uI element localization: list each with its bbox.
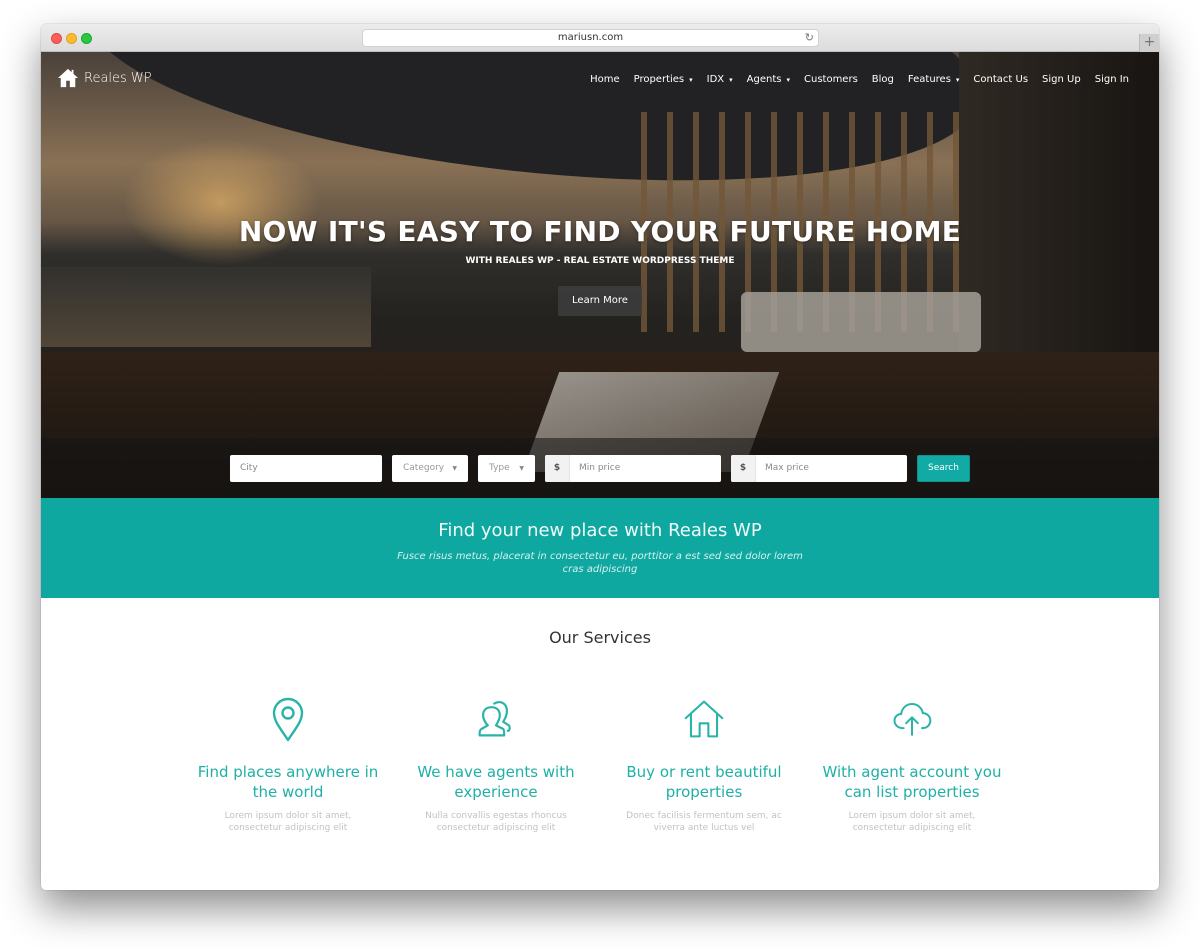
max-price-placeholder: Max price xyxy=(765,463,809,473)
users-icon xyxy=(478,701,511,737)
address-bar[interactable]: mariusn.com ↻ xyxy=(362,29,819,47)
chevron-down-icon: ▾ xyxy=(729,75,733,84)
house-icon xyxy=(684,700,724,738)
nav-item-label: Sign Up xyxy=(1042,74,1081,85)
logo-text: Reales WP xyxy=(84,70,152,86)
nav-item-label: Home xyxy=(590,74,620,85)
category-select[interactable]: Category ▼ xyxy=(392,455,468,482)
service-item: With agent account you can list properti… xyxy=(817,696,1007,834)
nav-item-label: Properties xyxy=(633,74,685,85)
intro-banner: Find your new place with Reales WP Fusce… xyxy=(41,498,1159,598)
nav-menu: Home Properties ▾ IDX ▾ Agents ▾ Customers Blog F… xyxy=(590,74,1129,85)
nav-item-home[interactable]: Home xyxy=(590,74,620,85)
url-text: mariusn.com xyxy=(557,32,624,43)
chevron-down-icon: ▾ xyxy=(955,75,960,84)
nav-item-label: Contact Us xyxy=(973,74,1029,85)
currency-addon: $ xyxy=(545,455,570,482)
min-price-input[interactable]: $ Min price xyxy=(545,455,721,482)
nav-item-idx[interactable]: IDX ▾ xyxy=(707,74,733,85)
nav-item-label: Blog xyxy=(871,74,894,85)
service-text: Lorem ipsum dolor sit amet, consectetur … xyxy=(848,811,976,833)
hero-overlay xyxy=(41,52,1159,498)
services-title: Our Services xyxy=(549,628,651,647)
service-text: Lorem ipsum dolor sit amet, consectetur … xyxy=(224,811,352,833)
caret-down-icon: ▼ xyxy=(519,465,524,472)
service-title: With agent account you can list properti… xyxy=(822,763,1002,801)
caret-down-icon: ▼ xyxy=(452,465,457,472)
minimize-window-button[interactable] xyxy=(66,33,77,44)
nav-item-features[interactable]: Features ▾ xyxy=(908,74,960,85)
service-item: Buy or rent beautiful properties Donec f… xyxy=(609,696,799,834)
type-select[interactable]: Type ▼ xyxy=(478,455,535,482)
nav-item-label: Features xyxy=(907,74,951,85)
nav-item-customers[interactable]: Customers xyxy=(804,74,858,85)
maximize-window-button[interactable] xyxy=(81,33,92,44)
nav-item-sign-in[interactable]: Sign In xyxy=(1095,74,1129,85)
learn-more-button[interactable]: Learn More xyxy=(558,286,642,316)
min-price-placeholder: Min price xyxy=(579,463,621,473)
service-title: Find places anywhere in the world xyxy=(197,763,379,801)
cloud-upload-icon xyxy=(893,702,932,736)
nav-item-label: Customers xyxy=(804,74,858,85)
chevron-down-icon: ▾ xyxy=(786,75,790,84)
home-icon xyxy=(58,68,78,88)
city-input[interactable]: City xyxy=(230,455,382,482)
nav-item-properties[interactable]: Properties ▾ xyxy=(634,74,693,85)
hero-subtitle: WITH REALES WP - REAL ESTATE WORDPRESS T… xyxy=(465,256,735,266)
category-label: Category xyxy=(403,463,445,473)
city-placeholder: City xyxy=(240,463,258,473)
type-label: Type xyxy=(489,463,510,473)
service-title: We have agents with experience xyxy=(417,763,575,801)
nav-item-label: IDX xyxy=(706,74,725,85)
nav-item-label: Agents xyxy=(746,74,782,85)
nav-item-blog[interactable]: Blog xyxy=(872,74,894,85)
main-navigation: Reales WP Home Properties ▾ IDX ▾ Agents ▾ Cust… xyxy=(41,52,1159,112)
chevron-down-icon: ▾ xyxy=(689,75,693,84)
service-item: We have agents with experience Nulla con… xyxy=(401,696,591,834)
property-search-bar: City Category ▼ Type ▼ $ Min price $ Max… xyxy=(41,438,1159,498)
service-item: Find places anywhere in the world Lorem … xyxy=(193,696,383,834)
hero-title: NOW IT'S EASY TO FIND YOUR FUTURE HOME xyxy=(238,215,962,248)
close-window-button[interactable] xyxy=(51,33,62,44)
service-title: Buy or rent beautiful properties xyxy=(626,763,782,801)
map-pin-icon xyxy=(272,697,304,742)
reload-icon[interactable]: ↻ xyxy=(805,30,814,46)
plus-icon[interactable]: + xyxy=(1139,34,1159,52)
browser-titlebar: mariusn.com ↻ + xyxy=(41,24,1159,52)
nav-item-contact-us[interactable]: Contact Us xyxy=(973,74,1028,85)
nav-item-label: Sign In xyxy=(1094,74,1129,85)
nav-item-sign-up[interactable]: Sign Up xyxy=(1042,74,1081,85)
banner-title: Find your new place with Reales WP xyxy=(438,520,762,541)
browser-window: mariusn.com ↻ + Reales WP Home Properties… xyxy=(41,24,1159,890)
banner-text: Fusce risus metus, placerat in consectet… xyxy=(397,551,803,575)
service-text: Donec facilisis fermentum sem, ac viverr… xyxy=(626,811,782,833)
max-price-input[interactable]: $ Max price xyxy=(731,455,907,482)
service-text: Nulla convallis egestas rhoncus consecte… xyxy=(425,811,567,833)
site-logo[interactable]: Reales WP xyxy=(57,68,152,88)
search-button[interactable]: Search xyxy=(917,455,970,482)
hero-section: Reales WP Home Properties ▾ IDX ▾ Agents ▾ Cust… xyxy=(41,52,1159,498)
services-section: Our Services Find places anywhere in the… xyxy=(41,598,1159,890)
nav-item-agents[interactable]: Agents ▾ xyxy=(747,74,790,85)
currency-addon: $ xyxy=(731,455,756,482)
